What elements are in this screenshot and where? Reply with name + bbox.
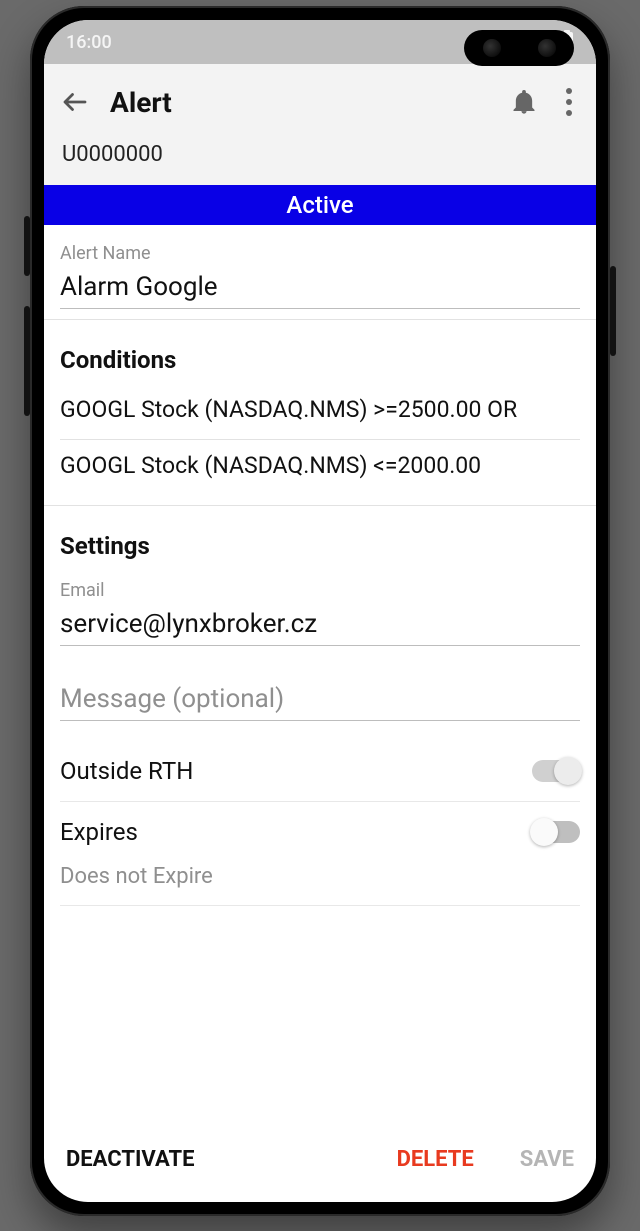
expires-row: Expires: [60, 802, 580, 852]
conditions-title: Conditions: [60, 328, 580, 384]
app-bar: Alert U0000000: [44, 64, 596, 185]
save-button[interactable]: SAVE: [520, 1147, 574, 1172]
status-badge: Active: [44, 185, 596, 225]
deactivate-button[interactable]: DEACTIVATE: [66, 1147, 194, 1172]
phone-side-button: [24, 306, 30, 416]
outside-rth-row: Outside RTH: [60, 741, 580, 802]
expires-label: Expires: [60, 818, 138, 846]
phone-side-button: [610, 266, 616, 356]
screen: 16:00 Al: [44, 20, 596, 1202]
overflow-menu-icon[interactable]: [558, 84, 580, 120]
phone-frame: 16:00 Al: [30, 6, 610, 1216]
email-label: Email: [60, 570, 580, 601]
bell-icon[interactable]: [510, 88, 538, 116]
expiry-text: Does not Expire: [60, 852, 580, 906]
camera-lens-icon: [483, 39, 501, 57]
expires-toggle[interactable]: [532, 821, 580, 843]
bottom-action-bar: DEACTIVATE DELETE SAVE: [44, 1123, 596, 1202]
alert-name-input[interactable]: [60, 264, 580, 309]
clock: 16:00: [66, 32, 112, 53]
alert-name-label: Alert Name: [60, 233, 580, 264]
content-scroll[interactable]: Alert Name Conditions GOOGL Stock (NASDA…: [44, 225, 596, 1123]
condition-row[interactable]: GOOGL Stock (NASDAQ.NMS) >=2500.00 OR: [60, 384, 580, 440]
page-title: Alert: [110, 86, 490, 119]
outside-rth-toggle[interactable]: [532, 760, 580, 782]
camera-lens-icon: [538, 39, 556, 57]
settings-title: Settings: [60, 514, 580, 570]
camera-cutout: [464, 30, 574, 66]
outside-rth-label: Outside RTH: [60, 757, 193, 785]
condition-row[interactable]: GOOGL Stock (NASDAQ.NMS) <=2000.00: [60, 440, 580, 495]
message-input[interactable]: [60, 676, 580, 721]
phone-side-button: [24, 216, 30, 276]
back-arrow-icon[interactable]: [60, 87, 90, 117]
spacer: [44, 906, 596, 1026]
delete-button[interactable]: DELETE: [397, 1147, 474, 1172]
email-input[interactable]: [60, 601, 580, 646]
account-id: U0000000: [60, 120, 580, 177]
